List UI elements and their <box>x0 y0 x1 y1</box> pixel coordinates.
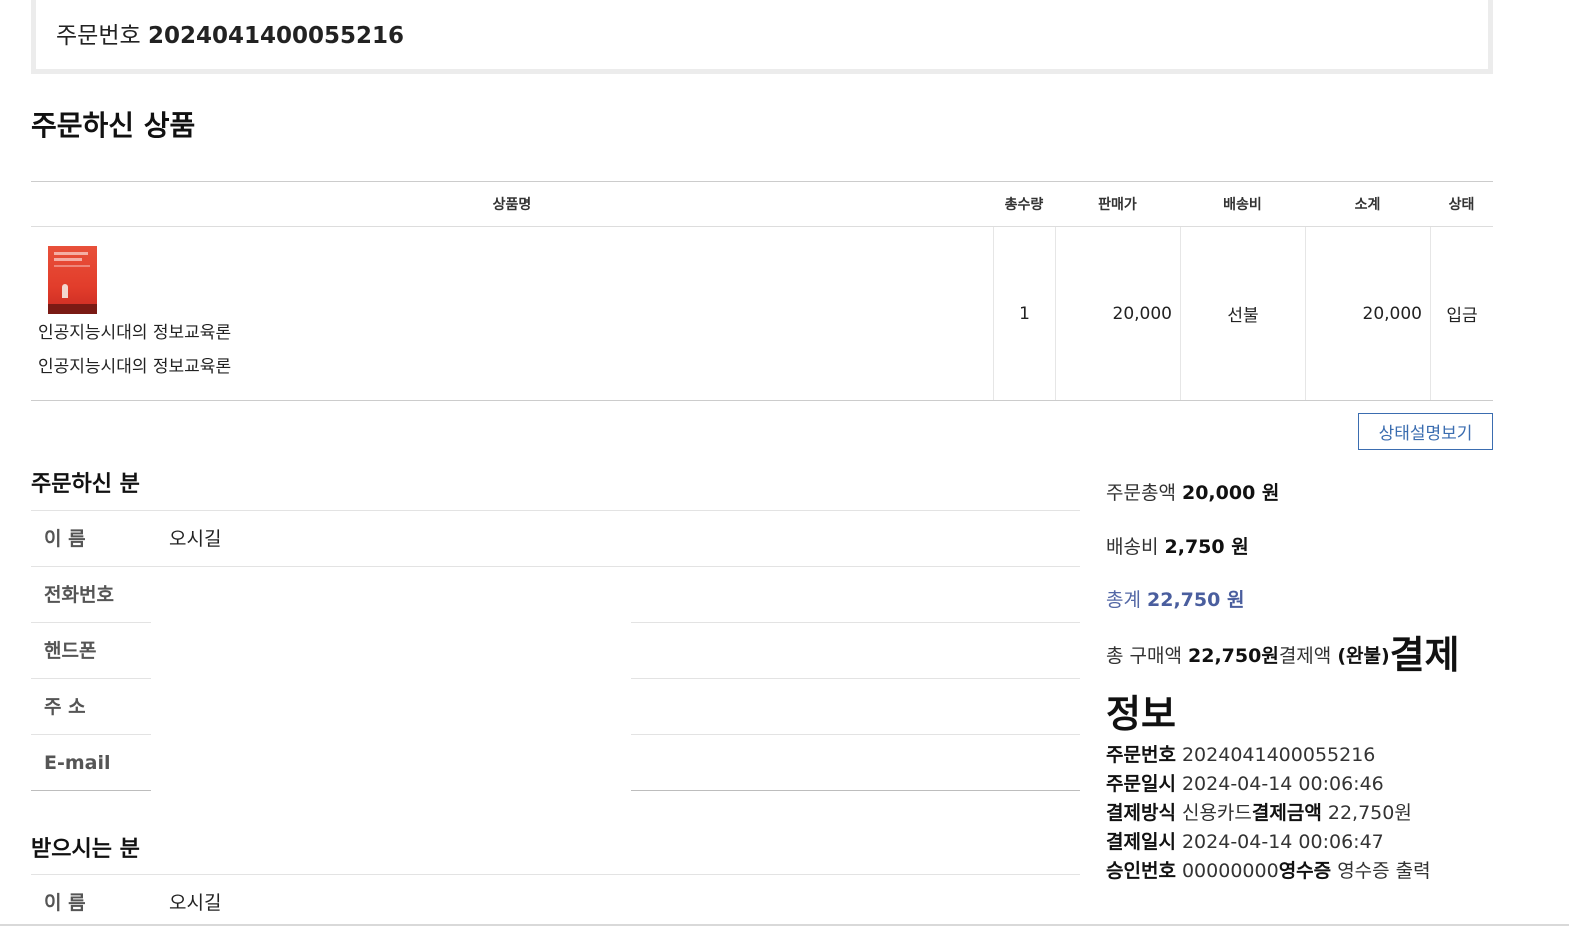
header-shipping: 배송비 <box>1223 197 1262 213</box>
payment-date: 결제일시 2024-04-14 00:06:47 <box>1106 828 1431 857</box>
purchase-value: 22,750원 <box>1188 645 1279 667</box>
payment-order-number-value: 2024041400055216 <box>1181 744 1376 766</box>
payment-details: 주문번호 2024041400055216 주문일시 2024-04-14 00… <box>1106 741 1431 886</box>
order-total: 주문총액 20,000 원 <box>1106 478 1279 505</box>
payment-order-number: 주문번호 2024041400055216 <box>1106 741 1431 770</box>
product-subtotal: 20,000 <box>1305 227 1430 400</box>
orderer-name-value: 오시길 <box>169 528 222 550</box>
orderer-name-label: 이 름 <box>44 528 86 550</box>
product-price: 20,000 <box>1055 227 1180 400</box>
status-description-button[interactable]: 상태설명보기 <box>1358 413 1493 450</box>
orderer-mobile-label: 핸드폰 <box>44 640 97 662</box>
header-quantity: 총수량 <box>1004 197 1044 213</box>
payment-amount-value: 22,750원 <box>1327 802 1412 824</box>
product-quantity: 1 <box>993 227 1055 400</box>
ordered-products-title: 주문하신 상품 <box>31 109 196 142</box>
product-status: 입금 <box>1430 227 1493 400</box>
grand-total-label: 총계 <box>1106 589 1141 611</box>
orderer-row-name: 이 름 오시길 <box>31 511 1080 567</box>
shipping-fee-value: 2,750 원 <box>1164 536 1249 558</box>
approval-number-label: 승인번호 <box>1106 860 1176 882</box>
header-price: 판매가 <box>1098 197 1137 213</box>
orderer-row-phone: 전화번호 <box>31 567 1080 623</box>
payment-approval: 승인번호 00000000영수증 영수증 출력 <box>1106 857 1431 886</box>
order-number-box: 주문번호 2024041400055216 <box>31 0 1493 74</box>
order-total-label: 주문총액 <box>1106 482 1176 504</box>
receiver-title: 받으시는 분 <box>31 837 140 862</box>
payment-order-date: 주문일시 2024-04-14 00:06:46 <box>1106 770 1431 799</box>
product-table: 상품명 총수량 판매가 배송비 소계 상태 인공지능시대의 정보교육론 인공지능… <box>31 181 1493 401</box>
payment-date-label: 결제일시 <box>1106 831 1176 853</box>
receiver-name-value: 오시길 <box>169 892 222 914</box>
payment-order-date-label: 주문일시 <box>1106 773 1176 795</box>
orderer-address-label: 주 소 <box>44 696 86 718</box>
orderer-title: 주문하신 분 <box>31 472 140 497</box>
paid-value: (완불) <box>1337 645 1390 667</box>
orderer-row-address: 주 소 <box>31 679 1080 735</box>
payment-method-value: 신용카드 <box>1181 802 1252 824</box>
header-subtotal: 소계 <box>1354 197 1381 213</box>
page-bottom-divider <box>0 924 1569 926</box>
payment-info-block: 총 구매액 22,750원결제액 (완불)결제정보 <box>1106 626 1486 743</box>
shipping-fee: 배송비 2,750 원 <box>1106 532 1249 559</box>
purchase-label: 총 구매액 <box>1106 645 1182 667</box>
paid-label: 결제액 <box>1278 645 1332 667</box>
order-number-label: 주문번호 <box>56 23 141 49</box>
purchase-summary: 총 구매액 22,750원결제액 (완불) <box>1106 645 1390 667</box>
orderer-info-table: 이 름 오시길 전화번호 핸드폰 주 소 E-mail <box>31 510 1080 791</box>
product-table-header: 상품명 총수량 판매가 배송비 소계 상태 <box>31 182 1493 227</box>
orderer-email-label: E-mail <box>44 752 111 774</box>
receipt-print-link[interactable]: 영수증 출력 <box>1337 860 1430 882</box>
orderer-phone-label: 전화번호 <box>44 584 114 606</box>
book-cover-thumbnail[interactable] <box>48 246 97 314</box>
payment-date-value: 2024-04-14 00:06:47 <box>1181 831 1384 853</box>
payment-method-label: 결제방식 <box>1106 802 1176 824</box>
grand-total: 총계 22,750 원 <box>1106 585 1244 612</box>
payment-order-date-value: 2024-04-14 00:06:46 <box>1181 773 1384 795</box>
order-total-value: 20,000 원 <box>1181 482 1280 504</box>
grand-total-value: 22,750 원 <box>1147 589 1245 611</box>
payment-amount-label: 결제금액 <box>1251 802 1322 824</box>
product-name-cell: 인공지능시대의 정보교육론 인공지능시대의 정보교육론 <box>31 227 993 400</box>
shipping-fee-label: 배송비 <box>1106 536 1159 558</box>
product-shipping: 선불 <box>1180 227 1305 400</box>
orderer-row-email: E-mail <box>31 735 1080 791</box>
payment-order-number-label: 주문번호 <box>1106 744 1176 766</box>
product-title-link[interactable]: 인공지능시대의 정보교육론 <box>38 318 231 343</box>
order-number-text: 주문번호 2024041400055216 <box>56 16 404 50</box>
header-product-name: 상품명 <box>492 197 532 213</box>
order-number-value: 2024041400055216 <box>147 23 405 49</box>
payment-method: 결제방식 신용카드결제금액 22,750원 <box>1106 799 1431 828</box>
receipt-label: 영수증 <box>1278 860 1332 882</box>
approval-number-value: 00000000 <box>1181 860 1279 882</box>
header-status: 상태 <box>1448 197 1475 213</box>
orderer-row-mobile: 핸드폰 <box>31 623 1080 679</box>
table-row: 인공지능시대의 정보교육론 인공지능시대의 정보교육론 1 20,000 선불 … <box>31 227 1493 400</box>
receiver-info-table: 이 름 오시길 <box>31 874 1080 928</box>
receiver-name-label: 이 름 <box>44 892 86 914</box>
product-subtitle: 인공지능시대의 정보교육론 <box>38 357 232 377</box>
receiver-row-name: 이 름 오시길 <box>31 875 1080 928</box>
